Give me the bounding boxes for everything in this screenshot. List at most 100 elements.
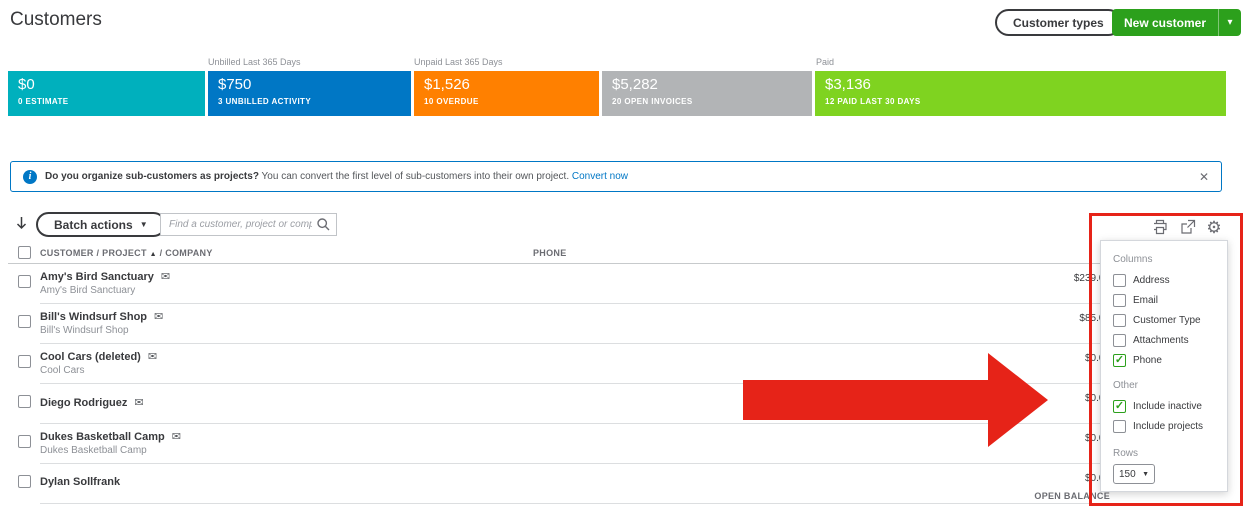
segment-amount: $3,136 bbox=[825, 76, 1216, 93]
rows-per-page-select[interactable]: 150 ▼ bbox=[1113, 464, 1155, 484]
envelope-icon: ✉ bbox=[154, 311, 163, 323]
customer-name-text: Amy's Bird Sanctuary bbox=[40, 271, 154, 283]
column-option-email[interactable]: ✓ Email bbox=[1113, 290, 1215, 310]
row-checkbox[interactable] bbox=[18, 435, 31, 448]
customer-name[interactable]: Dukes Basketball Camp ✉ bbox=[40, 430, 181, 443]
segment-amount: $1,526 bbox=[424, 76, 589, 93]
info-icon: i bbox=[23, 170, 37, 184]
other-option-include-projects[interactable]: ✓ Include projects bbox=[1113, 416, 1215, 436]
customer-name[interactable]: Amy's Bird Sanctuary ✉ bbox=[40, 270, 170, 283]
customer-project-label: CUSTOMER / PROJECT bbox=[40, 248, 147, 258]
row-checkbox[interactable] bbox=[18, 395, 31, 408]
customer-company: Bill's Windsurf Shop bbox=[40, 325, 129, 336]
arrow-down-icon[interactable] bbox=[14, 216, 29, 238]
column-option-attachments[interactable]: ✓ Attachments bbox=[1113, 330, 1215, 350]
chevron-down-icon: ▼ bbox=[140, 220, 148, 229]
search-input[interactable] bbox=[161, 214, 316, 235]
customer-name[interactable]: Bill's Windsurf Shop ✉ bbox=[40, 310, 163, 323]
customer-types-label: Customer types bbox=[1013, 16, 1104, 30]
close-icon[interactable]: ✕ bbox=[1199, 170, 1209, 184]
checkbox[interactable]: ✓ bbox=[1113, 354, 1126, 367]
customer-name[interactable]: Dylan Sollfrank✉ bbox=[40, 476, 120, 488]
envelope-icon: ✉ bbox=[161, 271, 170, 283]
chevron-down-icon: ▼ bbox=[1142, 471, 1149, 478]
row-checkbox[interactable] bbox=[18, 315, 31, 328]
customer-name[interactable]: Diego Rodriguez ✉ bbox=[40, 396, 144, 409]
customer-name-text: Bill's Windsurf Shop bbox=[40, 311, 147, 323]
checkbox[interactable]: ✓ bbox=[1113, 420, 1126, 433]
table-row[interactable]: Cool Cars (deleted)✉ Cool Cars $0.00 bbox=[0, 344, 1252, 384]
banner-body: You can convert the first level of sub-c… bbox=[262, 171, 570, 182]
table-row[interactable]: Bill's Windsurf Shop ✉ Bill's Windsurf Sh… bbox=[0, 304, 1252, 344]
column-header-customer[interactable]: CUSTOMER / PROJECT ▲ / COMPANY bbox=[40, 248, 213, 258]
option-label: Customer Type bbox=[1133, 315, 1201, 326]
money-segment-unbilled[interactable]: $750 3 UNBILLED ACTIVITY bbox=[208, 71, 411, 116]
customer-company: Dukes Basketball Camp bbox=[40, 445, 147, 456]
customer-name[interactable]: Cool Cars (deleted)✉ bbox=[40, 350, 157, 363]
column-option-customer-type[interactable]: ✓ Customer Type bbox=[1113, 310, 1215, 330]
search-icon bbox=[316, 217, 331, 232]
customer-search bbox=[160, 213, 337, 236]
page-title: Customers bbox=[10, 9, 102, 31]
customer-name-text: Diego Rodriguez bbox=[40, 397, 127, 409]
table-row[interactable]: Diego Rodriguez✉ $0.00 bbox=[0, 384, 1252, 424]
chevron-down-icon[interactable]: ▾ bbox=[1219, 9, 1241, 36]
checkbox[interactable]: ✓ bbox=[1113, 314, 1126, 327]
customers-page: Customers Customer types New customer ▾ … bbox=[0, 0, 1252, 524]
convert-now-link[interactable]: Convert now bbox=[572, 171, 628, 182]
gear-icon[interactable]: ⚙ bbox=[1205, 218, 1223, 236]
rows-section-title: Rows bbox=[1113, 448, 1215, 459]
row-checkbox[interactable] bbox=[18, 475, 31, 488]
row-checkbox[interactable] bbox=[18, 275, 31, 288]
batch-actions-button[interactable]: Batch actions ▼ bbox=[36, 212, 166, 237]
row-checkbox[interactable] bbox=[18, 355, 31, 368]
column-option-address[interactable]: ✓ Address bbox=[1113, 270, 1215, 290]
envelope-icon: ✉ bbox=[134, 397, 143, 409]
export-icon[interactable] bbox=[1179, 218, 1197, 236]
new-customer-label[interactable]: New customer bbox=[1112, 9, 1218, 36]
sort-ascending-icon[interactable]: ▲ bbox=[150, 251, 157, 258]
option-label: Attachments bbox=[1133, 335, 1189, 346]
print-icon[interactable] bbox=[1151, 218, 1169, 236]
money-segment-estimates[interactable]: $0 0 ESTIMATE bbox=[8, 71, 205, 116]
segment-label: 12 PAID LAST 30 DAYS bbox=[825, 97, 1216, 106]
segment-amount: $5,282 bbox=[612, 76, 802, 93]
customer-name-text: Cool Cars (deleted) bbox=[40, 351, 141, 363]
column-header-phone[interactable]: PHONE bbox=[533, 248, 567, 258]
option-label: Phone bbox=[1133, 355, 1162, 366]
segment-label: 20 OPEN INVOICES bbox=[612, 97, 802, 106]
table-row[interactable]: Dukes Basketball Camp ✉ Dukes Basketball … bbox=[0, 424, 1252, 464]
option-label: Include projects bbox=[1133, 421, 1203, 432]
table-row[interactable]: Amy's Bird Sanctuary ✉ Amy's Bird Sanctua… bbox=[0, 264, 1252, 304]
checkbox[interactable]: ✓ bbox=[1113, 334, 1126, 347]
option-label: Email bbox=[1133, 295, 1158, 306]
money-bar: $0 0 ESTIMATE $750 3 UNBILLED ACTIVITY $… bbox=[8, 71, 1226, 116]
new-customer-button[interactable]: New customer ▾ bbox=[1112, 9, 1241, 36]
gear-glyph: ⚙ bbox=[1206, 219, 1221, 236]
check-icon: ✓ bbox=[1115, 355, 1124, 366]
option-label: Address bbox=[1133, 275, 1170, 286]
other-option-include-inactive[interactable]: ✓ Include inactive bbox=[1113, 396, 1215, 416]
table-settings-panel: Columns ✓ Address ✓ Email ✓ Customer Typ… bbox=[1100, 240, 1228, 492]
group-label-unpaid: Unpaid Last 365 Days bbox=[414, 57, 503, 67]
money-segment-overdue[interactable]: $1,526 10 OVERDUE bbox=[414, 71, 599, 116]
row-divider bbox=[40, 503, 1110, 504]
table-row[interactable]: Dylan Sollfrank✉ $0.00 bbox=[0, 464, 1252, 504]
checkbox[interactable]: ✓ bbox=[1113, 274, 1126, 287]
customer-name-text: Dukes Basketball Camp bbox=[40, 431, 165, 443]
group-label-paid: Paid bbox=[816, 57, 834, 67]
customer-company: Amy's Bird Sanctuary bbox=[40, 285, 135, 296]
money-segment-paid[interactable]: $3,136 12 PAID LAST 30 DAYS bbox=[815, 71, 1226, 116]
select-all-checkbox[interactable] bbox=[18, 246, 31, 259]
checkbox[interactable]: ✓ bbox=[1113, 294, 1126, 307]
banner-question: Do you organize sub-customers as project… bbox=[45, 171, 259, 182]
customer-types-button[interactable]: Customer types bbox=[995, 9, 1122, 36]
segment-label: 3 UNBILLED ACTIVITY bbox=[218, 97, 401, 106]
envelope-icon: ✉ bbox=[172, 431, 181, 443]
money-segment-open-invoices[interactable]: $5,282 20 OPEN INVOICES bbox=[602, 71, 812, 116]
option-label: Include inactive bbox=[1133, 401, 1202, 412]
column-option-phone[interactable]: ✓ Phone bbox=[1113, 350, 1215, 370]
segment-amount: $0 bbox=[18, 76, 195, 93]
checkbox[interactable]: ✓ bbox=[1113, 400, 1126, 413]
other-section-title: Other bbox=[1113, 380, 1215, 391]
